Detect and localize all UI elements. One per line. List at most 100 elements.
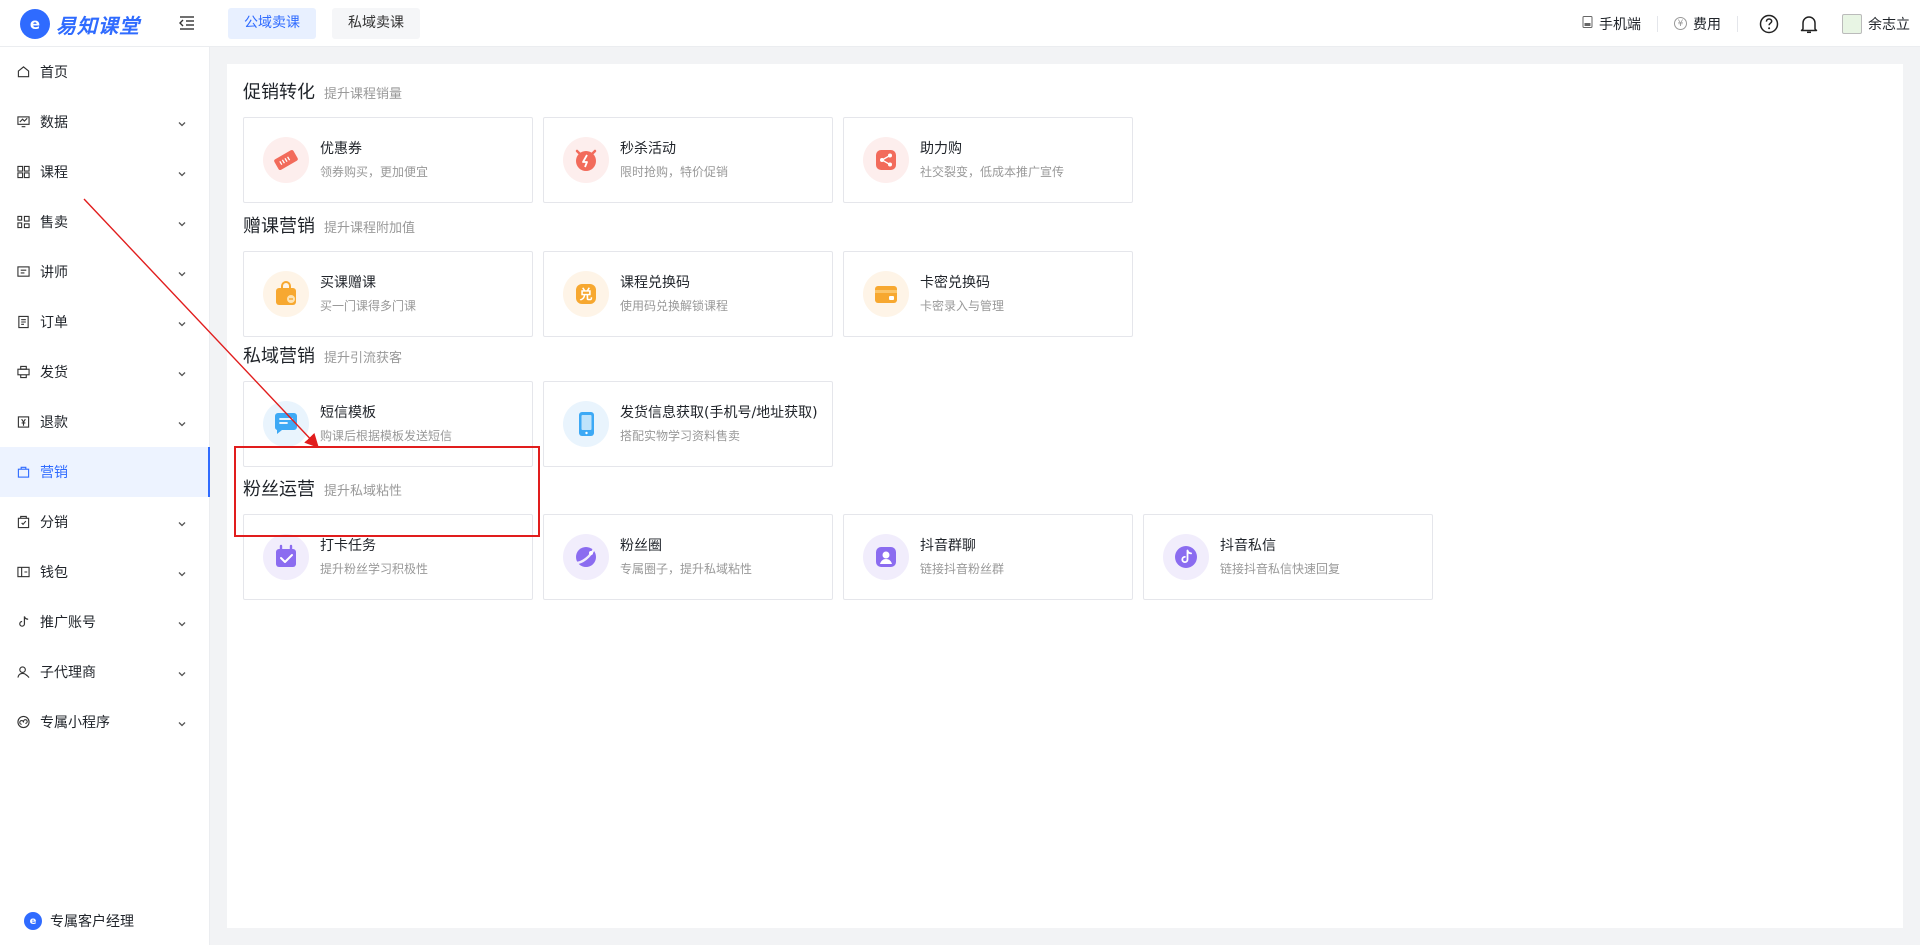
wallet-icon <box>17 566 30 579</box>
section-3: 粉丝运营 提升私域粘性 打卡任务 提升粉丝学习积极性 粉丝圈 专属圈子，提升私域粘性 抖音群… <box>243 475 1433 600</box>
sidebar-item-miniprogram[interactable]: 专属小程序 <box>0 697 209 747</box>
card-description: 购课后根据模板发送短信 <box>320 428 453 443</box>
collapse-menu-icon[interactable] <box>178 14 196 32</box>
card-text: 短信模板 购课后根据模板发送短信 <box>320 403 452 446</box>
logo[interactable]: e 易知课堂 <box>20 9 140 39</box>
sidebar-item-marketing[interactable]: 营销 <box>0 447 210 497</box>
feature-card-card-wallet[interactable]: 卡密兑换码 卡密录入与管理 <box>843 251 1133 337</box>
card-text: 课程兑换码 使用码兑换解锁课程 <box>620 273 728 316</box>
tab-private-course[interactable]: 私域卖课 <box>332 8 420 39</box>
card-text: 助力购 社交裂变，低成本推广宣传 <box>920 139 1064 182</box>
sidebar-item-distribution[interactable]: 分销 <box>0 497 209 547</box>
card-text: 秒杀活动 限时抢购，特价促销 <box>620 139 728 182</box>
sidebar-item-label: 数据 <box>40 115 68 131</box>
card-list: 买课赠课 买一门课得多门课 兑 课程兑换码 使用码兑换解锁课程 卡密兑换码 卡密录入与管理 <box>243 251 1133 337</box>
card-text: 卡密兑换码 卡密录入与管理 <box>920 273 1004 316</box>
redeem-icon: 兑 <box>563 271 609 317</box>
card-title: 卡密兑换码 <box>920 274 990 291</box>
fan-circle-icon <box>563 534 609 580</box>
alarm-clock-icon <box>563 137 609 183</box>
top-tabs: 公域卖课 私域卖课 <box>228 8 420 39</box>
coupon-icon <box>263 137 309 183</box>
ship-icon <box>17 365 30 379</box>
card-title: 秒杀活动 <box>620 140 676 157</box>
feature-card-douyin-message[interactable]: 抖音私信链接抖音私信快速回复 <box>1143 514 1433 600</box>
feature-card-checkin[interactable]: 打卡任务 提升粉丝学习积极性 <box>243 514 533 600</box>
chevron-down-icon <box>177 517 187 527</box>
share-icon <box>863 137 909 183</box>
course-icon <box>17 165 30 179</box>
feature-card-fan-circle[interactable]: 粉丝圈 专属圈子，提升私域粘性 <box>543 514 833 600</box>
sidebar-item-sale[interactable]: 售卖 <box>0 197 209 247</box>
sidebar-item-label: 发货 <box>40 365 68 381</box>
feature-card-gift-bag[interactable]: 买课赠课 买一门课得多门课 <box>243 251 533 337</box>
feature-card-coupon[interactable]: 优惠券 领券购买，更加便宜 <box>243 117 533 203</box>
sidebar-item-data[interactable]: 数据 <box>0 97 209 147</box>
chevron-down-icon <box>177 667 187 677</box>
card-description: 链接抖音粉丝群 <box>920 561 1005 576</box>
teacher-icon <box>17 266 30 279</box>
sidebar-item-order[interactable]: 订单 <box>0 297 209 347</box>
card-title: 抖音群聊 <box>920 537 976 554</box>
feature-card-sms[interactable]: 短信模板 购课后根据模板发送短信 <box>243 381 533 467</box>
chevron-down-icon <box>177 217 187 227</box>
sidebar-item-wallet[interactable]: 钱包 <box>0 547 209 597</box>
gift-bag-icon <box>263 271 309 317</box>
card-description: 提升粉丝学习积极性 <box>320 561 429 576</box>
chevron-down-icon <box>177 417 187 427</box>
sidebar-item-promo-account[interactable]: 推广账号 <box>0 597 209 647</box>
help-icon[interactable] <box>1758 13 1780 35</box>
promo-account-icon <box>17 616 30 629</box>
douyin-group-icon <box>863 534 909 580</box>
sidebar-item-label: 推广账号 <box>40 615 96 631</box>
sub-agent-icon <box>17 666 30 679</box>
card-text: 抖音群聊链接抖音粉丝群 <box>920 536 1004 579</box>
card-text: 优惠券 领券购买，更加便宜 <box>320 139 428 182</box>
card-description: 使用码兑换解锁课程 <box>620 298 729 313</box>
feature-card-phone[interactable]: 发货信息获取(手机号/地址获取) 搭配实物学习资料售卖 <box>543 381 833 467</box>
sidebar-item-teacher[interactable]: 讲师 <box>0 247 209 297</box>
card-description: 链接抖音私信快速回复 <box>1220 561 1341 576</box>
sidebar-item-label: 首页 <box>40 65 68 81</box>
mobile-icon <box>1582 15 1593 32</box>
order-icon <box>17 315 30 329</box>
chevron-down-icon <box>177 317 187 327</box>
avatar[interactable] <box>1842 13 1862 34</box>
username[interactable]: 余志立 <box>1868 14 1910 34</box>
account-manager-button[interactable]: e 专属客户经理 <box>24 911 134 931</box>
sidebar-item-home[interactable]: 首页 <box>0 47 209 97</box>
card-list: 短信模板 购课后根据模板发送短信 发货信息获取(手机号/地址获取) 搭配实物学习资料售… <box>243 381 833 467</box>
header-right: 手机端 ¥ 费用 余志立 <box>1566 0 1910 47</box>
phone-icon <box>563 401 609 447</box>
feature-card-redeem[interactable]: 兑 课程兑换码 使用码兑换解锁课程 <box>543 251 833 337</box>
card-text: 发货信息获取(手机号/地址获取) 搭配实物学习资料售卖 <box>620 403 818 446</box>
sidebar-item-label: 钱包 <box>40 565 68 581</box>
section-subtitle: 提升引流获客 <box>324 351 403 366</box>
bell-icon[interactable] <box>1798 13 1820 35</box>
sidebar-item-label: 子代理商 <box>40 665 96 681</box>
section-subtitle: 提升私域粘性 <box>324 484 403 499</box>
mobile-button[interactable]: 手机端 <box>1566 14 1657 34</box>
tab-public-course[interactable]: 公域卖课 <box>228 8 316 39</box>
sale-icon <box>17 215 30 229</box>
section-title: 赠课营销 <box>243 216 315 237</box>
sidebar-item-refund[interactable]: 退款 <box>0 397 209 447</box>
feature-card-share[interactable]: 助力购 社交裂变，低成本推广宣传 <box>843 117 1133 203</box>
feature-card-alarm-clock[interactable]: 秒杀活动 限时抢购，特价促销 <box>543 117 833 203</box>
fee-button[interactable]: ¥ 费用 <box>1658 14 1737 34</box>
card-title: 抖音私信 <box>1220 537 1276 554</box>
sidebar-item-ship[interactable]: 发货 <box>0 347 209 397</box>
card-list: 打卡任务 提升粉丝学习积极性 粉丝圈 专属圈子，提升私域粘性 抖音群聊 链接抖音粉丝群 抖音… <box>243 514 1433 600</box>
sidebar-item-course[interactable]: 课程 <box>0 147 209 197</box>
chevron-down-icon <box>177 367 187 377</box>
fee-label: 费用 <box>1693 16 1721 33</box>
distribution-icon <box>17 515 30 529</box>
chevron-down-icon <box>177 117 187 127</box>
section-2: 私域营销 提升引流获客 短信模板 购课后根据模板发送短信 发货信息获取(手机号/地址获取… <box>243 342 833 467</box>
sidebar-item-label: 分销 <box>40 515 68 531</box>
fee-icon: ¥ <box>1674 17 1687 30</box>
chevron-down-icon <box>177 267 187 277</box>
section-header: 赠课营销 提升课程附加值 <box>243 212 1133 238</box>
feature-card-douyin-group[interactable]: 抖音群聊链接抖音粉丝群 <box>843 514 1133 600</box>
sidebar-item-sub-agent[interactable]: 子代理商 <box>0 647 209 697</box>
